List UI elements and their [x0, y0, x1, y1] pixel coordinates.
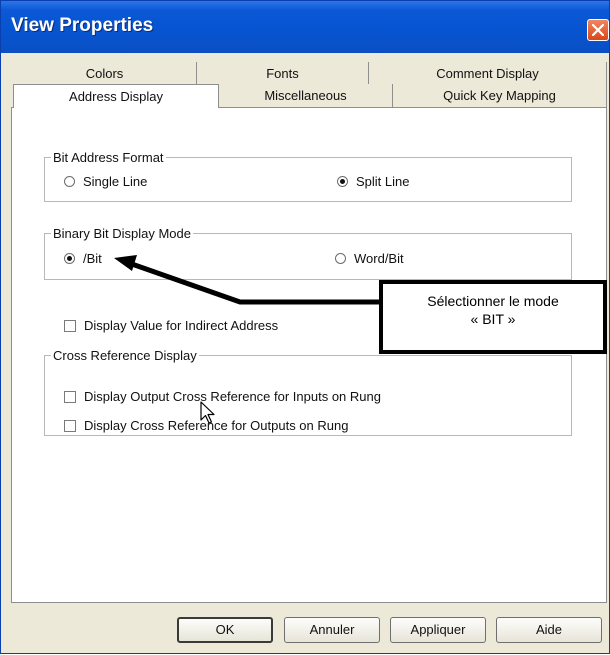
radio-indicator: [64, 253, 75, 264]
callout-line-1: Sélectionner le mode: [427, 293, 559, 309]
checkbox-indicator: [64, 419, 76, 432]
cancel-button[interactable]: Annuler: [284, 617, 380, 643]
ok-button[interactable]: OK: [177, 617, 273, 643]
annotation-callout: Sélectionner le mode « BIT »: [379, 280, 607, 354]
single-line-radio[interactable]: Single Line: [64, 174, 147, 189]
mouse-pointer-icon: [200, 401, 215, 424]
checkbox-indicator: [64, 390, 76, 403]
single-line-label: Single Line: [83, 174, 148, 189]
tab-comment-display[interactable]: Comment Display: [369, 62, 607, 84]
tab-miscellaneous[interactable]: Miscellaneous: [219, 84, 393, 108]
tab-colors[interactable]: Colors: [13, 62, 197, 84]
bit-address-format-legend: Bit Address Format: [53, 150, 164, 165]
cross-ref-outputs-label: Display Cross Reference for Outputs on R…: [84, 418, 349, 433]
callout-line-2: « BIT »: [470, 311, 516, 327]
apply-button[interactable]: Appliquer: [390, 617, 486, 643]
bit-label: /Bit: [83, 251, 102, 266]
close-icon: [592, 24, 604, 36]
indirect-address-checkbox[interactable]: Display Value for Indirect Address: [64, 318, 278, 333]
word-bit-radio[interactable]: Word/Bit: [335, 251, 404, 266]
indirect-address-label: Display Value for Indirect Address: [84, 318, 279, 333]
tab-page-address-display: Bit Address Format Single Line Split Lin…: [11, 107, 607, 603]
radio-indicator: [335, 253, 346, 264]
binary-bit-display-mode-group: Binary Bit Display Mode: [44, 226, 572, 280]
radio-indicator: [337, 176, 348, 187]
view-properties-dialog: View Properties Colors Fonts Comment Dis…: [0, 0, 610, 654]
word-bit-label: Word/Bit: [354, 251, 404, 266]
bit-radio[interactable]: /Bit: [64, 251, 102, 266]
output-cross-ref-checkbox[interactable]: Display Output Cross Reference for Input…: [64, 389, 381, 404]
window-title: View Properties: [11, 15, 154, 36]
tab-address-display[interactable]: Address Display: [13, 84, 219, 108]
title-bar[interactable]: View Properties: [1, 1, 609, 53]
binary-bit-display-mode-legend: Binary Bit Display Mode: [53, 226, 191, 241]
tab-quick-key-mapping[interactable]: Quick Key Mapping: [393, 84, 607, 108]
help-button[interactable]: Aide: [496, 617, 602, 643]
split-line-radio[interactable]: Split Line: [337, 174, 409, 189]
cross-reference-display-legend: Cross Reference Display: [53, 348, 197, 363]
checkbox-indicator: [64, 319, 76, 332]
tab-fonts[interactable]: Fonts: [197, 62, 369, 84]
radio-indicator: [64, 176, 75, 187]
close-button[interactable]: [587, 19, 609, 41]
output-cross-ref-label: Display Output Cross Reference for Input…: [84, 389, 381, 404]
split-line-label: Split Line: [356, 174, 410, 189]
